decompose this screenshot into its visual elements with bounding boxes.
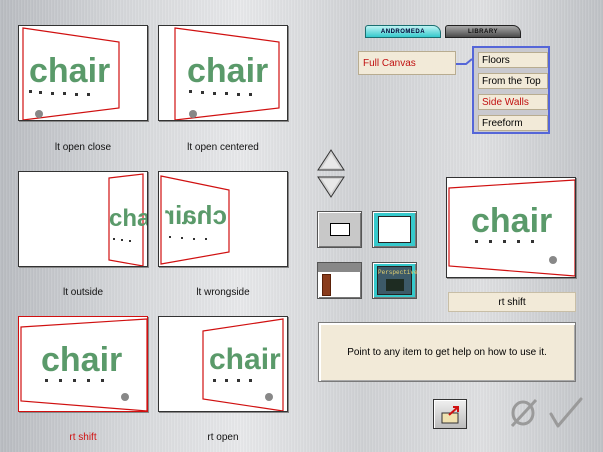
svg-text:chair: chair	[187, 52, 268, 90]
thumbnail-lt-wrongside[interactable]: chair	[158, 171, 288, 267]
preview-name: rt shift	[448, 292, 576, 312]
checkmark-icon[interactable]	[548, 396, 584, 430]
thumbnail-label: lt outside	[62, 287, 104, 298]
thumbnail-label: lt open centered	[187, 142, 259, 153]
frame-border-button[interactable]	[372, 211, 417, 248]
open-folder-icon	[441, 406, 459, 424]
view-menu: Floors From the Top Side Walls Freeform	[472, 46, 550, 134]
view-menu-item-freeform[interactable]: Freeform	[478, 115, 548, 131]
thumbnail-label: rt open	[207, 432, 239, 443]
arrow-up-icon[interactable]	[316, 148, 346, 172]
view-menu-item-side-walls[interactable]: Side Walls	[478, 94, 548, 110]
preview-art: chair	[448, 179, 575, 277]
thumbnail-art: chair	[174, 27, 280, 120]
svg-text:chair: chair	[471, 202, 552, 240]
room-view-button[interactable]	[317, 262, 362, 299]
arrow-down-icon[interactable]	[316, 175, 346, 199]
tab-andromeda[interactable]: ANDROMEDA	[365, 25, 441, 38]
door-icon	[322, 274, 331, 296]
thumbnail-art: chair	[108, 173, 148, 266]
frame-shape-button[interactable]	[317, 211, 362, 248]
thumbnail-art: chair	[160, 175, 230, 265]
perspective-icon	[386, 279, 404, 291]
svg-text:chair: chair	[165, 200, 227, 230]
thumbnail-lt-open-centered[interactable]: chair	[158, 25, 288, 121]
tab-library[interactable]: LIBRARY	[445, 25, 521, 38]
cancel-icon[interactable]	[508, 398, 540, 428]
rectangle-icon	[378, 216, 411, 243]
canvas-option[interactable]: Full Canvas	[358, 51, 456, 75]
thumbnail-lt-outside[interactable]: chair	[18, 171, 148, 267]
thumbnail-label: lt open close	[54, 142, 112, 153]
view-menu-item-from-the-top[interactable]: From the Top	[478, 73, 548, 89]
open-button[interactable]	[433, 399, 467, 429]
perspective-button[interactable]: Perspective	[372, 262, 418, 299]
thumbnail-rt-open[interactable]: chair	[158, 316, 288, 412]
thumbnail-art: chair	[20, 318, 147, 411]
svg-text:chair: chair	[29, 52, 110, 90]
rectangle-icon	[330, 223, 350, 236]
svg-text:chair: chair	[209, 343, 281, 376]
thumbnail-label: lt wrongside	[196, 287, 250, 298]
perspective-label: Perspective	[378, 269, 418, 276]
thumbnail-lt-open-close[interactable]: chair	[18, 25, 148, 121]
selected-preview: chair	[446, 177, 576, 278]
ceiling-strip	[318, 263, 361, 272]
svg-text:chair: chair	[41, 341, 122, 379]
view-menu-item-floors[interactable]: Floors	[478, 52, 548, 68]
thumbnail-art: chair	[22, 27, 120, 120]
help-text: Point to any item to get help on how to …	[347, 346, 547, 358]
help-text-box: Point to any item to get help on how to …	[318, 322, 576, 382]
svg-text:chair: chair	[109, 205, 148, 232]
thumbnail-rt-shift[interactable]: chair	[18, 316, 148, 412]
thumbnail-label-selected: rt shift	[69, 432, 97, 443]
thumbnail-art: chair	[202, 318, 284, 411]
